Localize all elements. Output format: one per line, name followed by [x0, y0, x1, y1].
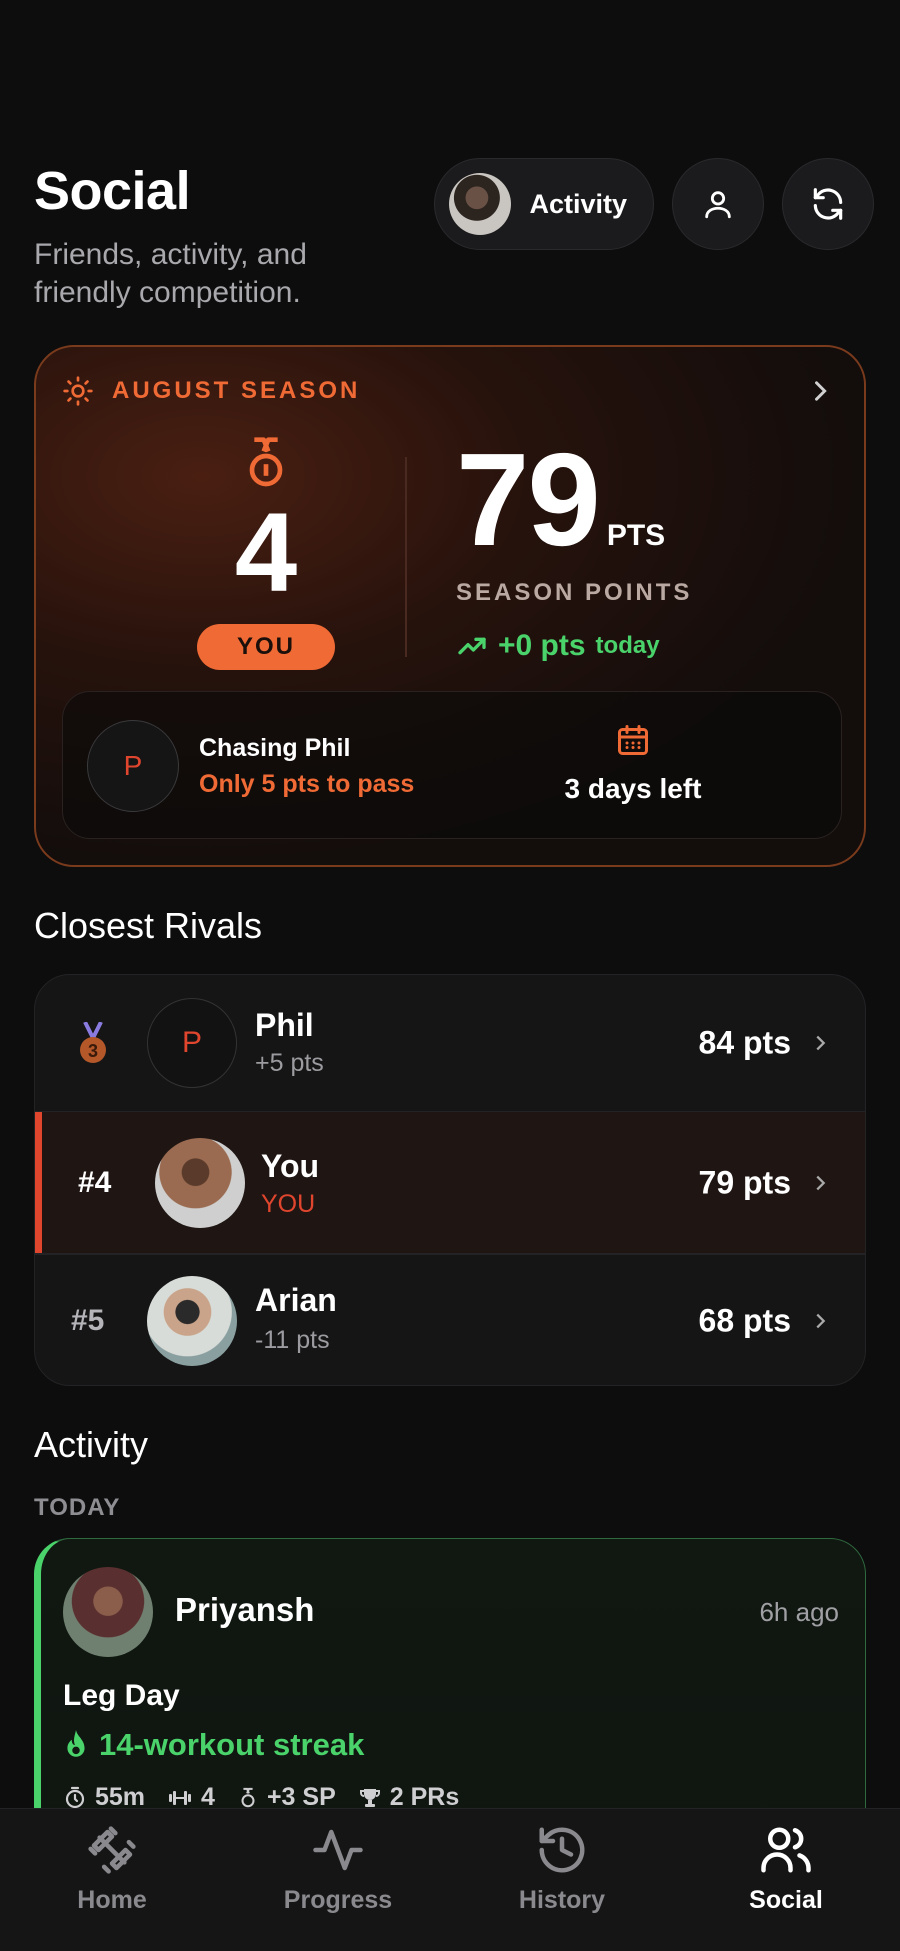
rival-rank: #5 [71, 1303, 105, 1337]
rank-number: 4 [234, 490, 298, 615]
tab-label: Social [749, 1886, 823, 1914]
calendar-icon [618, 725, 648, 755]
tab-home[interactable]: Home [32, 1823, 192, 1915]
points-delta: +0 pts today [456, 629, 692, 663]
days-left: 3 days left [513, 722, 753, 805]
person-icon [705, 191, 731, 219]
medal-icon [241, 1787, 255, 1807]
streak-badge: 14-workout streak [63, 1727, 364, 1763]
divider [405, 457, 407, 657]
trend-up-icon [458, 637, 486, 655]
chevron-right-icon [816, 1175, 826, 1190]
users-icon [761, 1827, 811, 1873]
activity-pulse-icon [313, 1829, 363, 1871]
tab-social[interactable]: Social [706, 1823, 866, 1915]
chasing-subtitle: Only 5 pts to pass [199, 770, 415, 798]
rival-rank: #4 [78, 1165, 112, 1199]
friend-name: Priyansh [175, 1591, 315, 1628]
points-unit: PTS [606, 519, 666, 552]
days-left-text: 3 days left [564, 773, 702, 804]
chasing-panel: P Chasing Phil Only 5 pts to pass 3 days… [62, 691, 842, 839]
season-card[interactable]: AUGUST SEASON 4 YOU 79 PTS SEASON POINTS … [34, 345, 866, 867]
delta-suffix: today [595, 632, 660, 659]
dumbbell-icon [88, 1826, 136, 1874]
sun-icon [63, 376, 93, 406]
chasing-avatar: P [87, 720, 179, 812]
rival-diff: +5 pts [255, 1049, 324, 1077]
dumbbell-icon [169, 1790, 192, 1805]
rival-avatar: P [147, 998, 237, 1088]
rival-name: You [261, 1148, 320, 1184]
activity-time: 6h ago [759, 1597, 839, 1627]
rival-sub: YOU [261, 1190, 316, 1218]
rival-name: Arian [255, 1282, 337, 1318]
chevron-right-icon [816, 1313, 826, 1328]
you-badge: YOU [197, 624, 335, 670]
medal-icon [249, 437, 283, 487]
rival-points: 68 pts [698, 1302, 791, 1338]
bronze-medal-icon: 3 [80, 1022, 106, 1063]
rivals-title: Closest Rivals [34, 905, 263, 946]
activity-label: Activity [529, 188, 627, 219]
chevron-right-icon [816, 1035, 826, 1051]
timer-icon [65, 1786, 85, 1808]
page-subtitle: Friends, activity, and friendly competit… [34, 238, 307, 309]
points-label: SEASON POINTS [456, 579, 693, 606]
points-value: 79 [456, 426, 601, 573]
rival-diff: -11 pts [255, 1326, 330, 1354]
season-points: 79 PTS SEASON POINTS +0 pts today [456, 426, 693, 663]
rival-name: Phil [255, 1007, 314, 1043]
rival-avatar [155, 1137, 245, 1228]
chasing-title: Chasing Phil [199, 734, 351, 762]
delta-value: +0 pts [498, 629, 586, 662]
tab-label: Progress [283, 1886, 393, 1914]
activity-button[interactable]: Activity [434, 158, 654, 250]
friend-avatar [63, 1567, 153, 1657]
rival-row-self[interactable]: #4 You YOU 79 pts [35, 1112, 865, 1253]
tab-history[interactable]: History [482, 1823, 642, 1915]
history-icon [539, 1827, 585, 1873]
rivals-list: 3 P Phil +5 pts 84 pts #4 You YOU 79 pts… [34, 974, 866, 1386]
activity-title: Activity [34, 1424, 149, 1465]
refresh-button[interactable] [782, 158, 874, 250]
season-rank: 4 YOU [156, 435, 376, 670]
rival-avatar [147, 1275, 237, 1366]
today-label: TODAY [34, 1494, 121, 1521]
season-title: AUGUST SEASON [112, 377, 361, 404]
svg-text:3: 3 [88, 1041, 98, 1061]
chevron-right-icon[interactable] [806, 377, 834, 405]
tab-label: Home [77, 1886, 147, 1914]
tab-bar: Home Progress History Social [0, 1808, 900, 1951]
rival-points: 79 pts [698, 1164, 791, 1200]
streak-text: 14-workout streak [99, 1727, 365, 1762]
trophy-icon [359, 1788, 380, 1807]
tab-label: History [518, 1886, 606, 1914]
rival-points: 84 pts [698, 1024, 791, 1061]
season-header: AUGUST SEASON [62, 375, 360, 407]
user-avatar [449, 173, 512, 235]
refresh-icon [813, 188, 843, 220]
header-actions: Activity [434, 158, 874, 250]
profile-button[interactable] [672, 158, 764, 250]
rival-row[interactable]: 3 P Phil +5 pts 84 pts [35, 975, 865, 1111]
flame-icon [67, 1730, 85, 1757]
tab-progress[interactable]: Progress [258, 1823, 418, 1915]
rival-row[interactable]: #5 Arian -11 pts 68 pts [35, 1254, 865, 1385]
workout-name: Leg Day [63, 1679, 180, 1712]
